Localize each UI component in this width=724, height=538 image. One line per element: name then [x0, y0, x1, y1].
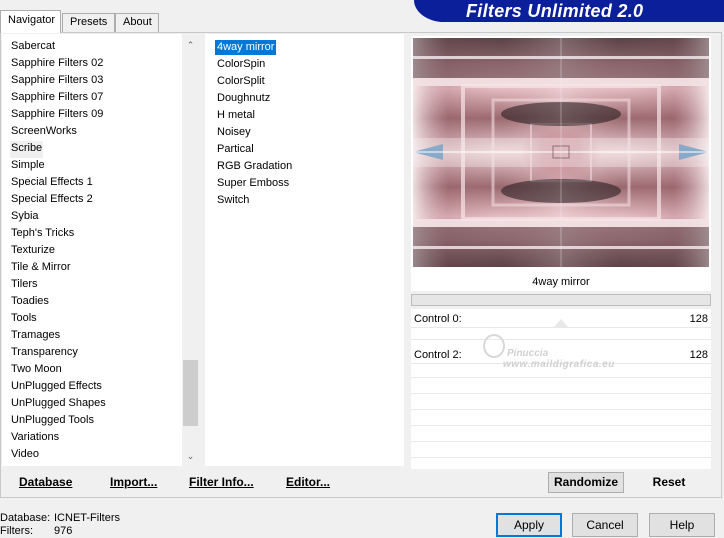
editor-button[interactable]: Editor... — [286, 475, 330, 489]
scroll-thumb[interactable] — [183, 360, 198, 426]
category-item[interactable]: Sapphire Filters 03 — [10, 73, 104, 90]
category-item[interactable]: ScreenWorks — [10, 124, 78, 141]
import-button[interactable]: Import... — [110, 475, 157, 489]
navigator-panel: Sabercat Sapphire Filters 02 Sapphire Filt… — [0, 32, 722, 498]
category-item[interactable]: Video — [10, 447, 40, 464]
category-scrollbar[interactable]: ⌃ ⌄ — [182, 34, 199, 466]
database-button[interactable]: Database — [19, 475, 72, 489]
category-list[interactable]: Sabercat Sapphire Filters 02 Sapphire Filt… — [2, 34, 182, 466]
category-item[interactable]: Sapphire Filters 07 — [10, 90, 104, 107]
category-item[interactable]: Tramages — [10, 328, 61, 345]
filter-item[interactable]: Super Emboss — [215, 176, 291, 191]
control-2-row[interactable]: Control 2: 128 — [411, 345, 711, 363]
tab-about[interactable]: About — [115, 13, 159, 32]
category-item[interactable]: Sapphire Filters 02 — [10, 56, 104, 73]
scroll-down-arrow-icon[interactable]: ⌄ — [182, 448, 199, 465]
category-item[interactable]: UnPlugged Shapes — [10, 396, 107, 413]
divider — [411, 441, 711, 442]
footer-database-label: Database: — [0, 512, 51, 524]
control-0-slider-thumb[interactable] — [554, 319, 568, 327]
category-item[interactable]: Tile & Mirror — [10, 260, 71, 277]
selected-filter-name: 4way mirror — [411, 269, 711, 291]
cancel-button[interactable]: Cancel — [572, 513, 638, 537]
scroll-up-arrow-icon[interactable]: ⌃ — [182, 37, 199, 54]
divider — [411, 377, 711, 378]
category-item[interactable]: Special Effects 2 — [10, 192, 94, 209]
help-button[interactable]: Help — [649, 513, 715, 537]
category-item[interactable]: Teph's Tricks — [10, 226, 75, 243]
category-item[interactable]: Two Moon — [10, 362, 63, 379]
filter-item[interactable]: Switch — [215, 193, 251, 208]
preview-frame — [411, 36, 711, 269]
footer-filters-label: Filters: — [0, 525, 33, 537]
divider — [411, 363, 711, 364]
control-2-value: 128 — [689, 349, 708, 361]
control-0-label: Control 0: — [414, 313, 462, 325]
filter-item[interactable]: H metal — [215, 108, 257, 123]
category-item[interactable]: Toadies — [10, 294, 50, 311]
category-item[interactable]: VideoRave — [10, 464, 66, 466]
preview-image — [413, 38, 709, 267]
category-item[interactable]: Transparency — [10, 345, 79, 362]
reset-button[interactable]: Reset — [634, 472, 704, 493]
category-item[interactable]: Scribe — [10, 141, 44, 158]
category-item[interactable]: Texturize — [10, 243, 56, 260]
filter-item[interactable]: ColorSpin — [215, 57, 267, 72]
divider — [411, 339, 711, 340]
category-item[interactable]: Sapphire Filters 09 — [10, 107, 104, 124]
tab-navigator[interactable]: Navigator — [0, 10, 61, 33]
filter-item[interactable]: Partical — [215, 142, 256, 157]
filter-item[interactable]: Doughnutz — [215, 91, 272, 106]
category-item[interactable]: Simple — [10, 158, 46, 175]
filter-item[interactable]: Noisey — [215, 125, 253, 140]
controls-area: Control 0: 128 Control 2: 128 Pinuccia w… — [411, 309, 711, 469]
divider — [411, 425, 711, 426]
divider — [411, 457, 711, 458]
filter-item[interactable]: ColorSplit — [215, 74, 267, 89]
category-item[interactable]: Special Effects 1 — [10, 175, 94, 192]
category-item[interactable]: Tilers — [10, 277, 38, 294]
control-2-label: Control 2: — [414, 349, 462, 361]
divider — [411, 393, 711, 394]
divider — [411, 409, 711, 410]
footer-database-value: ICNET-Filters — [54, 512, 120, 524]
divider — [411, 327, 711, 328]
category-item[interactable]: Sabercat — [10, 39, 56, 56]
category-item[interactable]: Sybia — [10, 209, 40, 226]
filter-info-button[interactable]: Filter Info... — [189, 475, 254, 489]
tab-presets[interactable]: Presets — [62, 13, 115, 32]
footer-filters-value: 976 — [54, 525, 73, 537]
category-item[interactable]: Variations — [10, 430, 60, 447]
filter-list[interactable]: 4way mirror ColorSpin ColorSplit Doughnutz H… — [205, 34, 404, 466]
filter-item[interactable]: 4way mirror — [215, 40, 277, 55]
randomize-button[interactable]: Randomize — [548, 472, 624, 493]
filter-item[interactable]: RGB Gradation — [215, 159, 294, 174]
category-item[interactable]: UnPlugged Tools — [10, 413, 95, 430]
progress-bar — [411, 294, 711, 306]
app-title: Filters Unlimited 2.0 — [466, 1, 644, 21]
category-item[interactable]: UnPlugged Effects — [10, 379, 103, 396]
control-0-value: 128 — [689, 313, 708, 325]
apply-button[interactable]: Apply — [496, 513, 562, 537]
category-item[interactable]: Tools — [10, 311, 38, 328]
